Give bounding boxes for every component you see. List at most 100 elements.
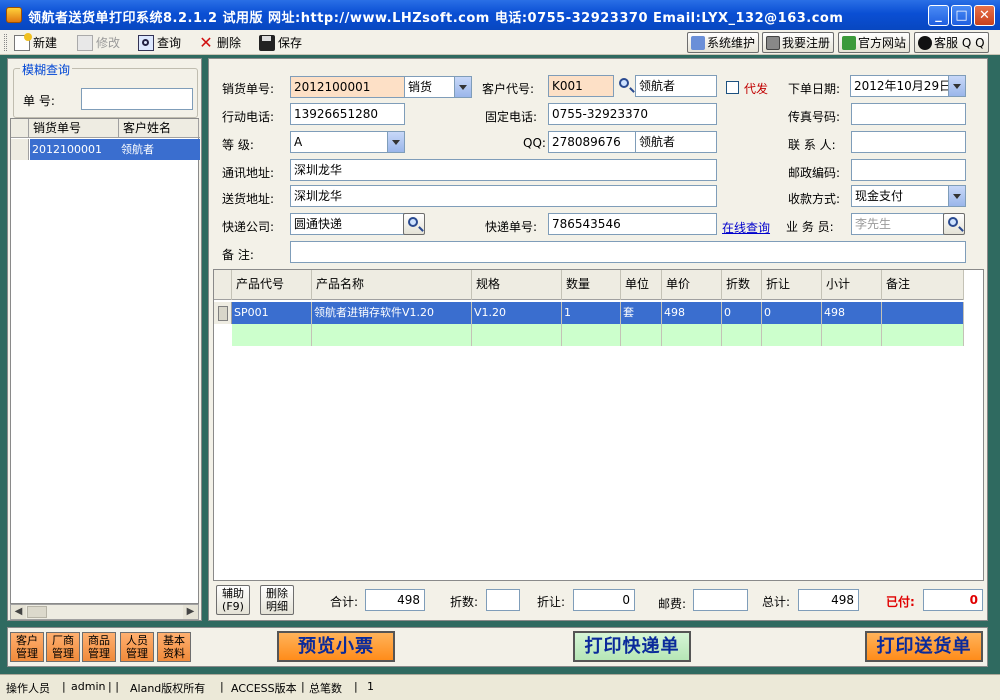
cell-remark[interactable] <box>882 302 964 324</box>
qq-support-button[interactable]: 客服 Q Q <box>914 32 989 53</box>
level-select[interactable]: A <box>290 131 405 153</box>
qq-field[interactable]: 278089676 <box>548 131 636 153</box>
column-header-subtotal[interactable]: 小计 <box>822 270 882 300</box>
print-express-button[interactable]: 打印快递单 <box>573 631 691 662</box>
left-pane: 模糊查询 单 号: 销货单号 客户姓名 2012100001 领航者 ◀ ▶ <box>7 58 202 621</box>
mobile-field[interactable]: 13926651280 <box>290 103 405 125</box>
auxiliary-f9-button[interactable]: 辅助(F9) <box>216 585 250 615</box>
cell-spec[interactable]: V1.20 <box>472 302 562 324</box>
total-field[interactable]: 498 <box>365 589 425 611</box>
query-icon <box>138 34 154 51</box>
order-no-search-input[interactable] <box>81 88 193 110</box>
column-header-unit[interactable]: 单位 <box>621 270 662 300</box>
salesperson-field[interactable]: 李先生 <box>851 213 944 235</box>
official-website-button[interactable]: 官方网站 <box>838 32 911 53</box>
column-header-name[interactable]: 产品名称 <box>312 270 472 300</box>
scroll-left-icon[interactable]: ◀ <box>11 605 26 619</box>
product-row[interactable]: SP001 领航者进销存软件V1.20 V1.20 1 套 498 0 0 49… <box>214 302 964 324</box>
order-no-search-label: 单 号: <box>23 94 55 108</box>
level-label: 等 级: <box>222 138 254 152</box>
courier-search-button[interactable] <box>403 213 425 235</box>
column-header-spec[interactable]: 规格 <box>472 270 562 300</box>
online-query-link[interactable]: 在线查询 <box>722 219 770 236</box>
product-new-row[interactable] <box>214 324 964 346</box>
grand-total-field[interactable]: 498 <box>798 589 859 611</box>
customer-code-label: 客户代号: <box>482 82 535 96</box>
version-text: ACCESS版本 <box>231 682 297 695</box>
column-header-price[interactable]: 单价 <box>662 270 722 300</box>
contact-field[interactable] <box>851 131 966 153</box>
paid-field[interactable]: 0 <box>923 589 983 611</box>
rate-field[interactable] <box>486 589 520 611</box>
scroll-right-icon[interactable]: ▶ <box>183 605 198 619</box>
order-date-picker[interactable]: 2012年10月29日 <box>850 75 966 97</box>
cell-discount[interactable]: 0 <box>762 302 822 324</box>
address-label: 通讯地址: <box>222 166 275 180</box>
cell-qty[interactable]: 1 <box>562 302 621 324</box>
postage-field[interactable] <box>693 589 748 611</box>
cell-unit[interactable]: 套 <box>621 302 662 324</box>
customer-name-field[interactable]: 领航者 <box>635 75 717 97</box>
payment-select[interactable]: 现金支付 <box>851 185 966 207</box>
new-button[interactable]: 新建 <box>14 32 57 52</box>
cell-price[interactable]: 498 <box>662 302 722 324</box>
home-icon <box>842 35 856 50</box>
cell-code[interactable]: SP001 <box>232 302 312 324</box>
cell-discount-rate[interactable]: 0 <box>722 302 762 324</box>
column-header-qty[interactable]: 数量 <box>562 270 621 300</box>
minimize-button[interactable]: _ <box>928 5 949 26</box>
column-header-code[interactable]: 产品代号 <box>232 270 312 300</box>
customer-management-button[interactable]: 客户管理 <box>10 632 44 662</box>
basic-data-button[interactable]: 基本资料 <box>157 632 191 662</box>
remark-field[interactable] <box>290 241 966 263</box>
customer-search-icon[interactable] <box>615 75 637 97</box>
order-list-row[interactable]: 2012100001 领航者 <box>11 139 200 160</box>
left-horizontal-scrollbar[interactable]: ◀ ▶ <box>10 604 199 620</box>
floppy-save-icon <box>259 34 275 51</box>
column-header-discount-rate[interactable]: 折数 <box>722 270 762 300</box>
column-header-customer[interactable]: 客户姓名 <box>119 119 199 138</box>
column-header-order-no[interactable]: 销货单号 <box>29 119 119 138</box>
preview-receipt-button[interactable]: 预览小票 <box>277 631 395 662</box>
cell-name[interactable]: 领航者进销存软件V1.20 <box>312 302 472 324</box>
search-icon <box>948 217 958 227</box>
vendor-management-button[interactable]: 厂商管理 <box>46 632 80 662</box>
customer-code-field[interactable]: K001 <box>548 75 614 97</box>
edit-button[interactable]: 修改 <box>77 33 120 52</box>
phone-field[interactable]: 0755-32923370 <box>548 103 717 125</box>
title-bar: 领航者送货单打印系统8.2.1.2 试用版 网址:http://www.LHZs… <box>0 0 1000 30</box>
tracking-field[interactable]: 786543546 <box>548 213 717 235</box>
column-header-remark[interactable]: 备注 <box>882 270 964 300</box>
close-button[interactable]: ✕ <box>974 5 995 26</box>
delete-detail-button[interactable]: 删除明细 <box>260 585 294 615</box>
salesperson-search-button[interactable] <box>943 213 965 235</box>
maximize-button[interactable]: □ <box>951 5 972 26</box>
order-type-select[interactable]: 销货 <box>404 76 472 98</box>
print-delivery-button[interactable]: 打印送货单 <box>865 631 983 662</box>
count-value: 1 <box>367 680 374 693</box>
scroll-thumb[interactable] <box>27 606 47 618</box>
goods-management-button[interactable]: 商品管理 <box>82 632 116 662</box>
save-button[interactable]: 保存 <box>259 33 302 52</box>
courier-field[interactable]: 圆通快递 <box>290 213 405 235</box>
address-field[interactable]: 深圳龙华 <box>290 159 717 181</box>
delete-x-icon: ✕ <box>199 32 213 52</box>
staff-management-button[interactable]: 人员管理 <box>120 632 154 662</box>
remark-label: 备 注: <box>222 248 254 262</box>
zip-field[interactable] <box>851 159 966 181</box>
cell-subtotal[interactable]: 498 <box>822 302 882 324</box>
delete-button[interactable]: ✕ 删除 <box>198 33 241 52</box>
register-button[interactable]: 我要注册 <box>762 32 835 53</box>
column-header-discount[interactable]: 折让 <box>762 270 822 300</box>
operator-label: 操作人员 <box>6 682 50 695</box>
chevron-down-icon <box>948 186 965 206</box>
discount-field[interactable]: 0 <box>573 589 635 611</box>
order-no-field[interactable]: 2012100001 <box>290 76 405 98</box>
ship-address-field[interactable]: 深圳龙华 <box>290 185 717 207</box>
fax-field[interactable] <box>851 103 966 125</box>
query-button[interactable]: 查询 <box>138 33 181 52</box>
qq-name-field[interactable]: 领航者 <box>635 131 717 153</box>
ship-address-label: 送货地址: <box>222 192 275 206</box>
proxy-ship-checkbox[interactable] <box>726 81 739 94</box>
system-maintenance-button[interactable]: 系统维护 <box>687 32 760 53</box>
